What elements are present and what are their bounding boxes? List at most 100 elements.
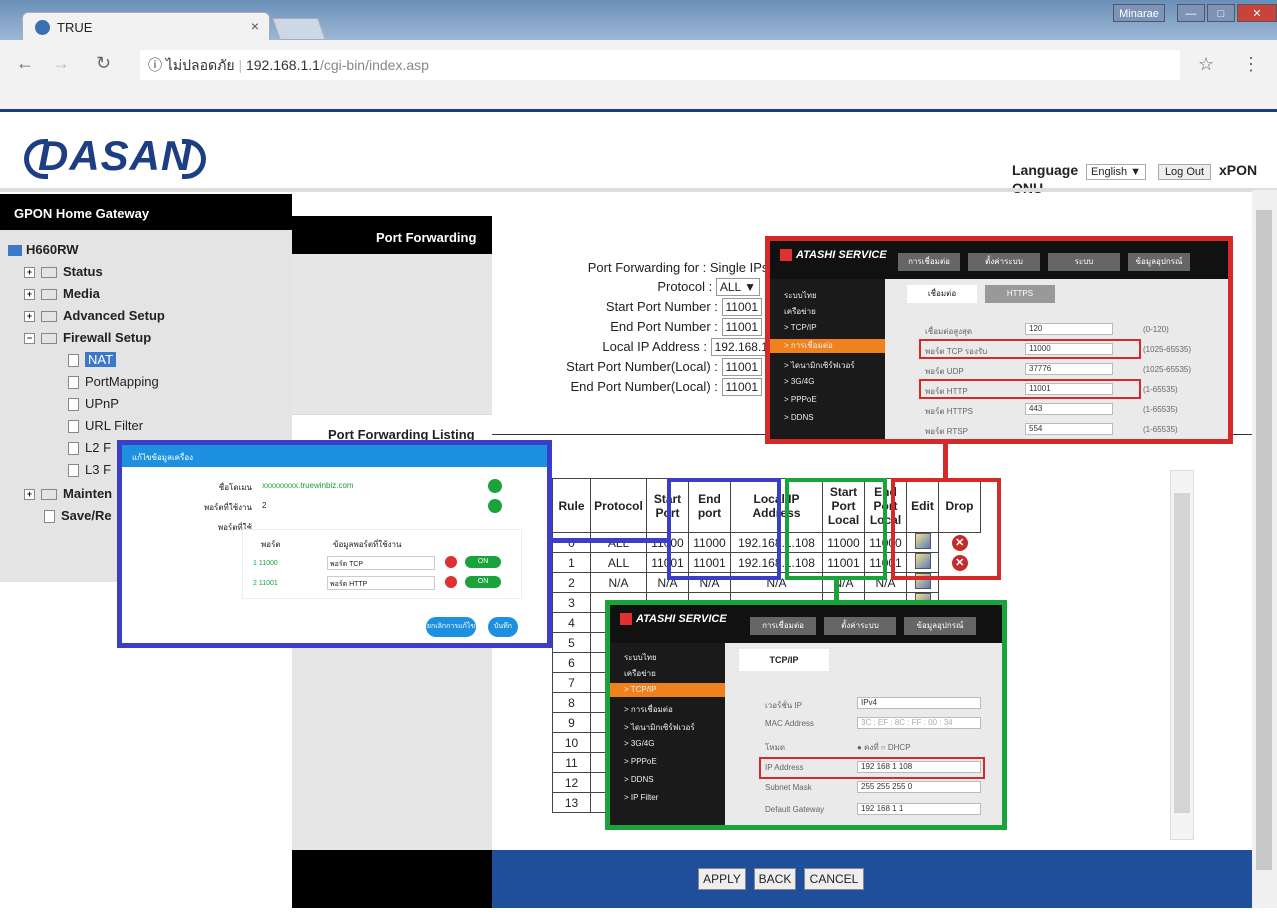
dialog-label: พอร์ตที่ใช้ [217,523,252,532]
camera-network-screenshot: ATASHI SERVICE การเชื่อมต่อ ตั้งค่าระบบ … [765,236,1233,444]
camera-tcp-port-highlight [919,339,1141,359]
camera-field-value: 443 [1025,403,1113,415]
language-select[interactable]: English ▼ [1086,164,1147,180]
camera-menu-item: > TCP/IP [610,683,725,697]
logout-button[interactable]: Log Out [1157,164,1212,180]
camera-tab: การเชื่อมต่อ [750,617,816,635]
menu-dots-icon[interactable]: ⋮ [1242,54,1260,75]
reload-icon[interactable]: ↻ [96,53,111,74]
window-controls: Minarae — □ ✕ [1113,0,1277,22]
port-forwarding-title: Port Forwarding [292,216,492,254]
forward-arrow-icon[interactable]: → [52,53,70,74]
table-cell: 4 [552,612,591,633]
maximize-icon[interactable]: □ [1207,4,1235,22]
sidebar-item-maintenance[interactable]: + Mainten [24,486,112,501]
info-icon[interactable]: ⓘ [148,57,162,73]
camera-menu-item: > DDNS [784,413,814,422]
camera-field-hint: (1025-65535) [1143,365,1192,374]
page-icon [68,464,79,478]
back-button[interactable]: BACK [754,868,796,890]
table-cell: 10 [552,732,591,753]
sidebar-item-nat[interactable]: NAT [68,352,117,368]
sidebar-item-save-reboot[interactable]: Save/Re [44,508,112,524]
sidebar-item-firewall-setup[interactable]: − Firewall Setup [24,330,151,345]
camera-menu-item: > ไดนามิกเซิร์ฟเวอร์ [624,723,695,732]
table-header: Rule [552,478,591,533]
folder-icon [41,489,57,501]
security-label: ไม่ปลอดภัย [165,57,235,73]
table-header: Protocol [590,478,647,533]
add-icon [488,479,502,493]
sidebar-item-status[interactable]: + Status [24,264,103,279]
device-icon [8,245,22,257]
table-cell: 6 [552,652,591,673]
start-port-local-input[interactable]: 11001 [721,358,762,376]
camera-field-value: IPv4 [857,697,981,709]
camera-field-label: เวอร์ชั่น IP [765,701,803,710]
apply-button[interactable]: APPLY [698,868,746,890]
url-field[interactable]: ⓘ ไม่ปลอดภัย | 192.168.1.1/cgi-bin/index… [140,50,1180,80]
highlight-local-ports [891,478,1001,580]
sidebar-item-media[interactable]: + Media [24,286,100,301]
camera-menu-item: > PPPoE [784,395,817,404]
table-cell: 7 [552,672,591,693]
dialog-label: ชื่อโดเมน [218,483,252,492]
form-row-protocol: Protocol : ALL ▼ [657,278,760,296]
end-port-input[interactable]: 11001 [721,318,762,336]
camera-field-hint: (1-65535) [1143,405,1178,414]
address-bar-row: ← → ↻ ⓘ ไม่ปลอดภัย | 192.168.1.1/cgi-bin… [0,40,1277,112]
dialog-col-header: พอร์ต [261,540,281,549]
sidebar-item-l2-filter[interactable]: L2 F [68,440,111,456]
dialog-col-header: ข้อมูลพอร์ตที่ใช้งาน [333,540,402,549]
camera-tcpip-screenshot: ATASHI SERVICE การเชื่อมต่อ ตั้งค่าระบบ … [605,600,1007,830]
connector-blue [552,538,669,543]
page-icon [68,420,79,434]
sidebar-item-portmapping[interactable]: PortMapping [68,374,159,390]
camera-ip-highlight [759,757,985,779]
camera-menu-item: > PPPoE [624,757,657,766]
sidebar-item-l3-filter[interactable]: L3 F [68,462,111,478]
cancel-button[interactable]: CANCEL [804,868,864,890]
page-icon [68,398,79,412]
page-icon [68,354,79,368]
folder-icon [41,289,57,301]
bookmark-star-icon[interactable]: ☆ [1198,54,1214,75]
camera-menu-item: > DDNS [624,775,654,784]
dialog-row-desc: พอร์ต TCP [327,556,435,570]
table-cell: 11 [552,752,591,773]
camera-field-label: Default Gateway [765,805,825,814]
camera-subtab: TCP/IP [739,649,829,671]
dialog-cancel-edit-button: ยกเลิกการแก้ไข [426,617,476,637]
camera-http-port-highlight [919,379,1141,399]
camera-field-label: พอร์ต UDP [925,367,964,376]
dasan-logo: DASAN [24,132,207,180]
camera-field-label: โหมด [765,743,786,752]
end-port-local-input[interactable]: 11001 [721,378,762,396]
dialog-title: แก้ไขข้อมูลเครื่อง [122,445,547,467]
browser-tab[interactable]: TRUE × [22,12,270,42]
start-port-input[interactable]: 11001 [721,298,762,316]
sidebar-item-advanced-setup[interactable]: + Advanced Setup [24,308,165,323]
minimize-icon[interactable]: — [1177,4,1205,22]
camera-mode-radio: ● คงที่ ○ DHCP [857,743,911,752]
new-tab-button[interactable] [271,18,327,40]
protocol-select[interactable]: ALL ▼ [715,278,760,296]
dialog-save-button: บันทึก [488,617,518,637]
sidebar-item-upnp[interactable]: UPnP [68,396,119,412]
action-bar: APPLY BACK CANCEL [292,850,1252,908]
table-cell: 12 [552,772,591,793]
device-node[interactable]: H660RW [8,242,79,257]
connector-red [943,444,948,480]
camera-tab: ตั้งค่าระบบ [824,617,896,635]
tab-close-icon[interactable]: × [251,18,259,34]
table-cell: 3 [552,592,591,613]
camera-field-value: 3C : EF : 8C : FF : 00 : 34 [857,717,981,729]
back-arrow-icon[interactable]: ← [16,53,34,74]
sidebar-item-url-filter[interactable]: URL Filter [68,418,143,434]
sidebar-title: GPON Home Gateway [0,194,292,230]
close-window-icon[interactable]: ✕ [1237,4,1277,22]
page-scrollbar[interactable] [1252,190,1277,908]
remove-icon [445,556,457,568]
table-scrollbar[interactable] [1170,470,1194,840]
table-cell: 5 [552,632,591,653]
